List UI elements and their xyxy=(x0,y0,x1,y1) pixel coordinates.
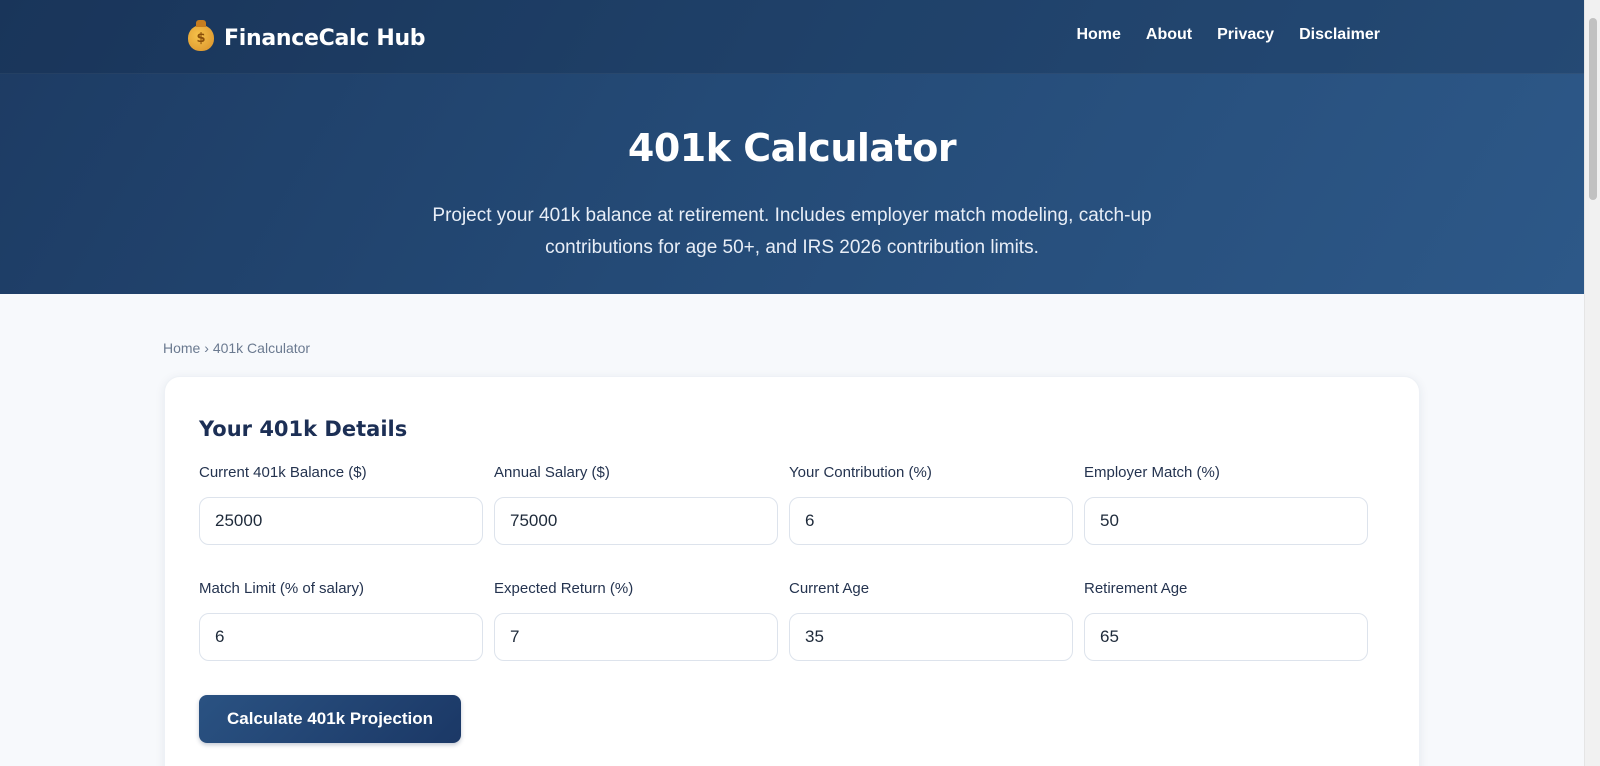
brand-name: FinanceCalc Hub xyxy=(224,25,426,51)
breadcrumb-current: 401k Calculator xyxy=(212,340,311,356)
expected-return-label: Expected Return (%) xyxy=(494,580,634,597)
subtitle-line-2: contributions for age 50+, and IRS 2026 … xyxy=(545,237,1039,258)
annual-salary-label: Annual Salary ($) xyxy=(494,464,610,481)
retirement-age-input[interactable] xyxy=(1084,613,1368,661)
contribution-label: Your Contribution (%) xyxy=(789,464,932,481)
card-title: Your 401k Details xyxy=(199,417,408,441)
match-limit-input[interactable] xyxy=(199,613,483,661)
expected-return-input[interactable] xyxy=(494,613,778,661)
hero-header: $ FinanceCalc Hub Home About Privacy Dis… xyxy=(0,0,1584,294)
field-current-age: Current Age xyxy=(789,579,1073,661)
brand-logo[interactable]: $ FinanceCalc Hub xyxy=(188,20,426,54)
subtitle-line-1: Project your 401k balance at retirement.… xyxy=(432,205,1152,226)
contribution-input[interactable] xyxy=(789,497,1073,545)
calculator-card: Your 401k Details Current 401k Balance (… xyxy=(164,376,1420,766)
money-bag-icon: $ xyxy=(188,20,214,51)
employer-match-input[interactable] xyxy=(1084,497,1368,545)
current-age-input[interactable] xyxy=(789,613,1073,661)
field-annual-salary: Annual Salary ($) xyxy=(494,463,778,545)
field-retirement-age: Retirement Age xyxy=(1084,579,1368,661)
page: $ FinanceCalc Hub Home About Privacy Dis… xyxy=(0,0,1584,766)
employer-match-label: Employer Match (%) xyxy=(1084,464,1220,481)
nav-home-link[interactable]: Home xyxy=(1076,26,1120,44)
field-employer-match: Employer Match (%) xyxy=(1084,463,1368,545)
retirement-age-label: Retirement Age xyxy=(1084,580,1188,597)
nav-disclaimer-link[interactable]: Disclaimer xyxy=(1299,26,1380,44)
field-match-limit: Match Limit (% of salary) xyxy=(199,579,483,661)
current-age-label: Current Age xyxy=(789,580,870,597)
scrollbar-thumb[interactable] xyxy=(1589,18,1597,200)
page-subtitle: Project your 401k balance at retirement.… xyxy=(392,200,1192,264)
annual-salary-input[interactable] xyxy=(494,497,778,545)
top-navbar: $ FinanceCalc Hub Home About Privacy Dis… xyxy=(0,0,1584,74)
breadcrumb-home-link[interactable]: Home xyxy=(163,340,200,356)
match-limit-label: Match Limit (% of salary) xyxy=(199,580,365,597)
current-balance-label: Current 401k Balance ($) xyxy=(199,464,367,481)
calculate-button[interactable]: Calculate 401k Projection xyxy=(199,695,461,743)
vertical-scrollbar[interactable] xyxy=(1584,0,1600,766)
breadcrumb-separator: › xyxy=(204,340,209,356)
breadcrumb: Home › 401k Calculator xyxy=(163,340,310,356)
current-balance-input[interactable] xyxy=(199,497,483,545)
nav-links: Home About Privacy Disclaimer xyxy=(1076,26,1380,44)
field-current-balance: Current 401k Balance ($) xyxy=(199,463,483,545)
nav-privacy-link[interactable]: Privacy xyxy=(1217,26,1274,44)
nav-about-link[interactable]: About xyxy=(1146,26,1192,44)
page-title: 401k Calculator xyxy=(627,126,957,170)
field-contribution: Your Contribution (%) xyxy=(789,463,1073,545)
field-expected-return: Expected Return (%) xyxy=(494,579,778,661)
